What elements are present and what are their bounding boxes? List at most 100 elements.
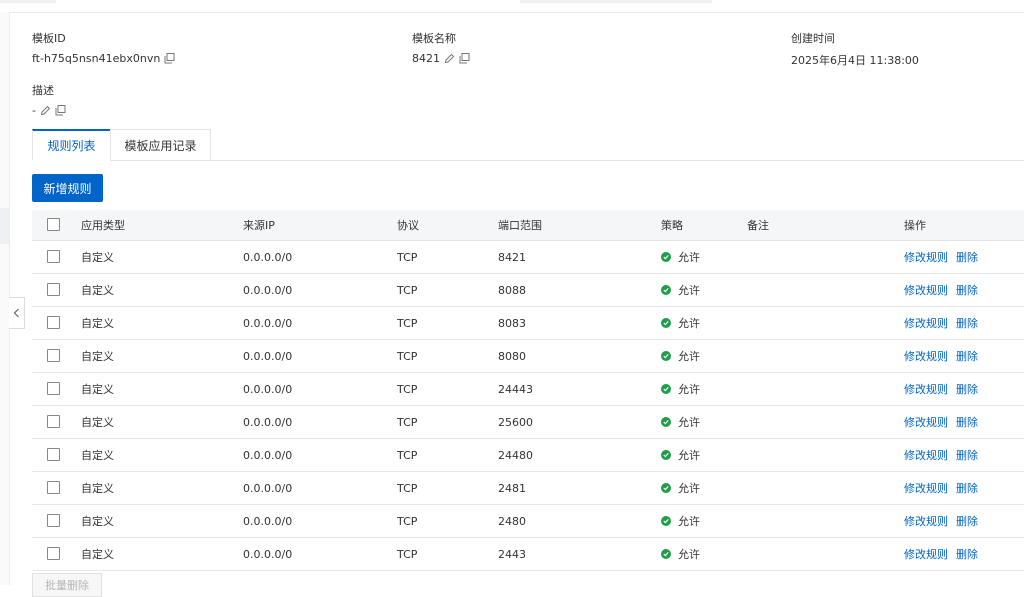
cell-actions: 修改规则 删除 [904, 505, 978, 537]
template-name-value: 8421 [412, 52, 440, 65]
policy-text: 允许 [678, 251, 700, 264]
cell-port-range: 2480 [498, 514, 526, 528]
table-row: 自定义 0.0.0.0/0 TCP 24443 允许 修改规则 删除 [32, 373, 1024, 406]
edit-rule-link[interactable]: 修改规则 [904, 414, 948, 430]
row-checkbox[interactable] [47, 514, 60, 527]
select-all-checkbox[interactable] [47, 218, 60, 231]
edit-rule-link[interactable]: 修改规则 [904, 546, 948, 562]
description-label: 描述 [32, 84, 54, 97]
cell-type: 自定义 [81, 383, 114, 396]
cell-port-range: 2481 [498, 481, 526, 495]
cell-port-range: 24443 [498, 382, 533, 396]
check-circle-icon [661, 549, 671, 559]
row-checkbox[interactable] [47, 382, 60, 395]
description-field: 描述 - [32, 82, 66, 117]
check-circle-icon [661, 252, 671, 262]
cell-port-range: 8080 [498, 349, 526, 363]
delete-rule-link[interactable]: 删除 [956, 513, 978, 529]
cell-actions: 修改规则 删除 [904, 307, 978, 339]
created-time-value: 2025年6月4日 11:38:00 [791, 54, 919, 67]
table-row: 自定义 0.0.0.0/0 TCP 2481 允许 修改规则 删除 [32, 472, 1024, 505]
table-row: 自定义 0.0.0.0/0 TCP 8080 允许 修改规则 删除 [32, 340, 1024, 373]
delete-rule-link[interactable]: 删除 [956, 282, 978, 298]
cell-policy: 允许 [661, 241, 700, 273]
header-protocol: 协议 [397, 219, 419, 232]
template-name-label: 模板名称 [412, 32, 456, 45]
created-time-field: 创建时间 2025年6月4日 11:38:00 [791, 30, 919, 68]
cell-type: 自定义 [81, 449, 114, 462]
row-checkbox[interactable] [47, 448, 60, 461]
check-circle-icon [661, 285, 671, 295]
row-checkbox[interactable] [47, 349, 60, 362]
row-checkbox[interactable] [47, 547, 60, 560]
cell-actions: 修改规则 删除 [904, 406, 978, 438]
cell-source-ip: 0.0.0.0/0 [243, 547, 293, 561]
edit-rule-link[interactable]: 修改规则 [904, 348, 948, 364]
header-note: 备注 [747, 219, 769, 232]
header-policy: 策略 [661, 219, 683, 232]
cell-policy: 允许 [661, 406, 700, 438]
header-actions: 操作 [904, 219, 926, 232]
template-id-label: 模板ID [32, 32, 66, 45]
copy-icon[interactable] [55, 105, 66, 116]
template-id-field: 模板ID ft-h75q5nsn41ebx0nvn [32, 30, 175, 65]
batch-delete-button[interactable]: 批量删除 [32, 573, 102, 597]
cell-type: 自定义 [81, 251, 114, 264]
delete-rule-link[interactable]: 删除 [956, 315, 978, 331]
edit-rule-link[interactable]: 修改规则 [904, 447, 948, 463]
cell-port-range: 25600 [498, 415, 533, 429]
cell-type: 自定义 [81, 548, 114, 561]
cell-type: 自定义 [81, 317, 114, 330]
cell-type: 自定义 [81, 515, 114, 528]
table-row: 自定义 0.0.0.0/0 TCP 24480 允许 修改规则 删除 [32, 439, 1024, 472]
delete-rule-link[interactable]: 删除 [956, 348, 978, 364]
cell-actions: 修改规则 删除 [904, 439, 978, 471]
delete-rule-link[interactable]: 删除 [956, 546, 978, 562]
row-checkbox[interactable] [47, 283, 60, 296]
edit-rule-link[interactable]: 修改规则 [904, 282, 948, 298]
sidebar-collapse-button[interactable] [9, 297, 25, 329]
cell-policy: 允许 [661, 274, 700, 306]
edit-pencil-icon[interactable] [40, 105, 51, 116]
cell-protocol: TCP [397, 349, 418, 363]
add-rule-button[interactable]: 新增规则 [32, 174, 103, 202]
policy-text: 允许 [678, 548, 700, 561]
delete-rule-link[interactable]: 删除 [956, 480, 978, 496]
policy-text: 允许 [678, 350, 700, 363]
table-row: 自定义 0.0.0.0/0 TCP 25600 允许 修改规则 删除 [32, 406, 1024, 439]
edit-rule-link[interactable]: 修改规则 [904, 381, 948, 397]
row-checkbox[interactable] [47, 481, 60, 494]
row-checkbox[interactable] [47, 250, 60, 263]
row-checkbox[interactable] [47, 415, 60, 428]
delete-rule-link[interactable]: 删除 [956, 249, 978, 265]
check-circle-icon [661, 516, 671, 526]
cell-source-ip: 0.0.0.0/0 [243, 250, 293, 264]
policy-text: 允许 [678, 383, 700, 396]
delete-rule-link[interactable]: 删除 [956, 414, 978, 430]
edit-rule-link[interactable]: 修改规则 [904, 315, 948, 331]
delete-rule-link[interactable]: 删除 [956, 447, 978, 463]
cell-port-range: 8088 [498, 283, 526, 297]
cell-protocol: TCP [397, 382, 418, 396]
check-circle-icon [661, 384, 671, 394]
description-value: - [32, 104, 36, 117]
cell-protocol: TCP [397, 283, 418, 297]
policy-text: 允许 [678, 317, 700, 330]
copy-icon[interactable] [459, 53, 470, 64]
tab-rule-list[interactable]: 规则列表 [32, 129, 111, 161]
cell-policy: 允许 [661, 538, 700, 570]
delete-rule-link[interactable]: 删除 [956, 381, 978, 397]
cell-type: 自定义 [81, 284, 114, 297]
edit-pencil-icon[interactable] [444, 53, 455, 64]
tab-template-apply-records[interactable]: 模板应用记录 [110, 129, 211, 160]
edit-rule-link[interactable]: 修改规则 [904, 480, 948, 496]
cell-actions: 修改规则 删除 [904, 340, 978, 372]
row-checkbox[interactable] [47, 316, 60, 329]
cell-source-ip: 0.0.0.0/0 [243, 448, 293, 462]
copy-icon[interactable] [164, 53, 175, 64]
edit-rule-link[interactable]: 修改规则 [904, 249, 948, 265]
cell-protocol: TCP [397, 547, 418, 561]
rules-table: 应用类型 来源IP 协议 端口范围 策略 备注 操作 自定义 0.0.0.0/0 T… [32, 210, 1024, 571]
edit-rule-link[interactable]: 修改规则 [904, 513, 948, 529]
tab-bar: 规则列表 模板应用记录 [32, 129, 1024, 161]
